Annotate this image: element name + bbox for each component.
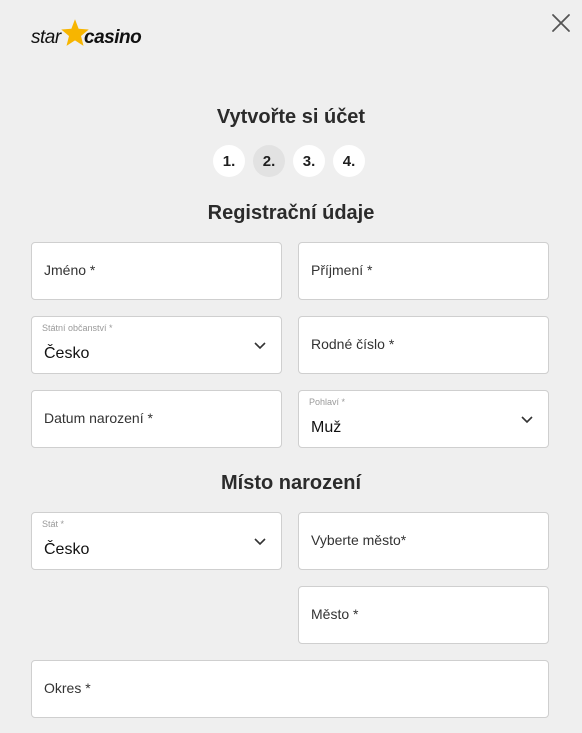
district-field[interactable]: Okres * (31, 660, 549, 718)
gender-select[interactable]: Pohlaví * Muž (298, 390, 549, 448)
chevron-down-icon (254, 342, 266, 350)
close-button[interactable] (549, 11, 573, 35)
gender-value: Muž (311, 419, 342, 436)
step-indicator: 1. 2. 3. 4. (213, 145, 365, 177)
birth-date-label: Datum narození * (44, 410, 153, 426)
city-label: Město * (311, 606, 359, 622)
country-value: Česko (44, 541, 90, 558)
last-name-field[interactable]: Příjmení * (298, 242, 549, 300)
gender-label: Pohlaví * (309, 397, 346, 407)
logo-text-star: star (31, 27, 61, 48)
section-title-birthplace: Místo narození (220, 472, 361, 494)
birth-number-label: Rodné číslo * (311, 336, 395, 352)
country-label: Stát * (42, 519, 65, 529)
chevron-down-icon (254, 538, 266, 546)
step-1: 1. (213, 145, 245, 177)
first-name-label: Jméno * (44, 262, 96, 278)
logo-text-casino: casino (84, 27, 142, 48)
city-field[interactable]: Město * (298, 586, 549, 644)
citizenship-label: Státní občanství * (42, 323, 113, 333)
citizenship-value: Česko (44, 345, 90, 362)
close-icon (552, 14, 570, 32)
first-name-field[interactable]: Jméno * (31, 242, 282, 300)
step-4: 4. (333, 145, 365, 177)
birth-number-field[interactable]: Rodné číslo * (298, 316, 549, 374)
section-title-registration: Registrační údaje (207, 202, 375, 224)
starcasino-logo: star casino (31, 18, 171, 54)
last-name-label: Příjmení * (311, 262, 373, 278)
page-title: Vytvořte si účet (216, 106, 366, 128)
country-select[interactable]: Stát * Česko (31, 512, 282, 570)
district-label: Okres * (44, 680, 91, 696)
select-city-label: Vyberte město* (311, 532, 407, 548)
citizenship-select[interactable]: Státní občanství * Česko (31, 316, 282, 374)
step-2-active: 2. (253, 145, 285, 177)
chevron-down-icon (521, 416, 533, 424)
select-city-field[interactable]: Vyberte město* (298, 512, 549, 570)
step-3: 3. (293, 145, 325, 177)
birth-date-field[interactable]: Datum narození * (31, 390, 282, 448)
